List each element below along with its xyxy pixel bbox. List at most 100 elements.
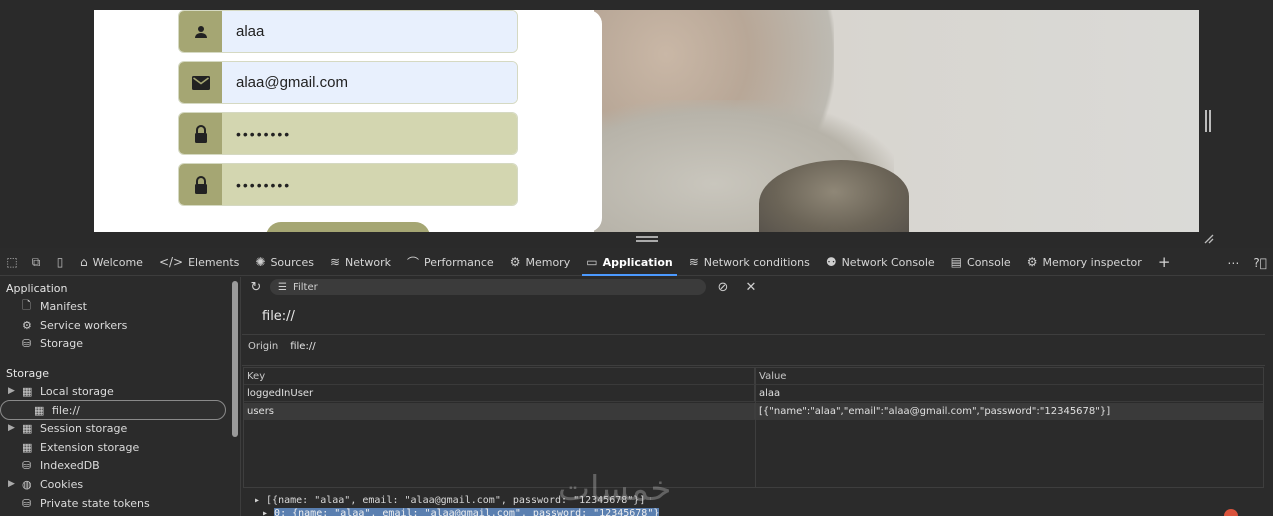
table-row-selected[interactable]: users [{"name":"alaa","email":"alaa@gmai… <box>244 403 1263 420</box>
tab-console[interactable]: ▤ Console <box>943 249 1019 276</box>
page-viewport: alaa alaa@gmail.com •••••••• •••••••• <box>0 0 1273 248</box>
memory-icon: ⚙ <box>509 255 521 269</box>
drawer-resize-handle[interactable] <box>636 236 658 242</box>
add-tab-button[interactable]: + <box>1150 249 1179 276</box>
device-toolbar-icon[interactable]: ⧉ <box>24 249 48 276</box>
tab-label: Network conditions <box>703 255 810 269</box>
sidebar-item-private-state-tokens[interactable]: ⛁ Private state tokens <box>22 494 150 512</box>
application-sidebar: Application 🗋 Manifest ⚙ Service workers ⛁… <box>0 277 241 516</box>
user-icon <box>179 11 222 52</box>
elements-icon: </> <box>158 255 184 269</box>
tab-label: Console <box>967 255 1011 269</box>
sidebar-item-storage[interactable]: ⛁ Storage <box>22 334 83 352</box>
network-icon: ≋ <box>329 255 341 269</box>
tab-label: Performance <box>423 255 494 269</box>
divider <box>242 365 1265 366</box>
tab-label: Elements <box>188 255 240 269</box>
gear-icon: ⚙ <box>22 318 32 332</box>
username-value[interactable]: alaa <box>222 11 517 52</box>
sidebar-item-cookies[interactable]: ▶ ◍ Cookies <box>8 475 83 493</box>
sidebar-item-extension-storage[interactable]: ▦ Extension storage <box>22 438 139 456</box>
help-icon[interactable]: ?⃝ <box>1253 256 1267 270</box>
dock-side-icon[interactable]: ▯ <box>48 249 72 276</box>
expand-arrow-icon[interactable]: ▶ <box>8 386 22 396</box>
welcome-icon: ⌂ <box>80 255 88 269</box>
tab-memory[interactable]: ⚙ Memory <box>502 249 579 276</box>
vertical-resize-grip[interactable] <box>1205 110 1211 132</box>
password-field[interactable]: •••••••• <box>178 112 518 155</box>
delete-selected-icon[interactable]: ✕ <box>740 280 762 295</box>
filter-input[interactable]: ☰ Filter <box>270 279 706 295</box>
tab-list: ⌂ Welcome </> Elements ✺ Sources ≋ Network ⌒ Perf… <box>72 249 1150 276</box>
sidebar-scrollbar[interactable] <box>232 281 238 437</box>
tabbar-right-controls: ⋯ ?⃝ <box>1227 249 1267 276</box>
expand-arrow-icon[interactable]: ▶ <box>8 479 22 489</box>
grid-icon: ▦ <box>34 403 45 417</box>
storage-toolbar: ↻ ☰ Filter ⊘ ✕ <box>242 277 1273 297</box>
tab-label: Memory inspector <box>1042 255 1142 269</box>
email-field[interactable]: alaa@gmail.com <box>178 61 518 104</box>
signup-page: alaa alaa@gmail.com •••••••• •••••••• <box>94 10 1199 232</box>
tab-label: Welcome <box>92 255 143 269</box>
email-value[interactable]: alaa@gmail.com <box>222 62 517 103</box>
sidebar-item-local-storage[interactable]: ▶ ▦ Local storage <box>8 382 114 400</box>
submit-button[interactable] <box>266 222 430 232</box>
corner-resize-icon[interactable] <box>1202 232 1214 244</box>
sidebar-heading-application: Application <box>6 282 68 295</box>
sidebar-item-service-workers[interactable]: ⚙ Service workers <box>22 316 127 334</box>
row-key[interactable]: loggedInUser <box>244 385 755 401</box>
console-icon: ▤ <box>950 255 963 269</box>
value-column-header[interactable]: Value <box>755 371 1263 382</box>
preview-item-highlight: 0: {name: "alaa", email: "alaa@gmail.com… <box>274 508 660 516</box>
more-options-icon[interactable]: ⋯ <box>1227 256 1239 270</box>
database-icon: ⛁ <box>22 496 32 510</box>
row-value[interactable]: [{"name":"alaa","email":"alaa@gmail.com"… <box>755 406 1263 417</box>
lock-icon <box>179 164 222 205</box>
cookie-icon: ◍ <box>22 477 32 491</box>
filter-placeholder: Filter <box>292 281 318 293</box>
memory-inspector-icon: ⚙ <box>1026 255 1038 269</box>
refresh-icon[interactable]: ↻ <box>242 280 270 295</box>
tab-label: Memory <box>525 255 571 269</box>
tab-elements[interactable]: </> Elements <box>151 249 247 276</box>
tab-application[interactable]: ▭ Application <box>578 249 681 276</box>
sidebar-item-indexeddb[interactable]: ⛁ IndexedDB <box>22 456 100 474</box>
column-divider[interactable] <box>755 368 756 487</box>
password-value[interactable]: •••••••• <box>222 113 517 154</box>
tab-network[interactable]: ≋ Network <box>322 249 399 276</box>
network-conditions-icon: ≋ <box>688 255 699 269</box>
filter-icon: ☰ <box>278 281 287 293</box>
table-row[interactable]: loggedInUser alaa <box>244 385 1263 402</box>
network-console-icon: ⚉ <box>825 255 837 269</box>
username-field[interactable]: alaa <box>178 10 518 53</box>
local-storage-panel: ↻ ☰ Filter ⊘ ✕ file:// Origin file:// Key… <box>242 277 1273 516</box>
tab-welcome[interactable]: ⌂ Welcome <box>72 249 151 276</box>
tab-memory-inspector[interactable]: ⚙ Memory inspector <box>1019 249 1150 276</box>
preview-item-line[interactable]: ▸ 0: {name: "alaa", email: "alaa@gmail.c… <box>262 508 660 516</box>
confirm-password-field[interactable]: •••••••• <box>178 163 518 206</box>
envelope-icon <box>179 62 222 103</box>
key-column-header[interactable]: Key <box>244 368 755 384</box>
tab-network-conditions[interactable]: ≋ Network conditions <box>681 249 818 276</box>
tab-label: Sources <box>270 255 314 269</box>
inspect-icon[interactable]: ⬚ <box>0 249 24 276</box>
tab-sources[interactable]: ✺ Sources <box>247 249 322 276</box>
tab-network-console[interactable]: ⚉ Network Console <box>818 249 943 276</box>
sidebar-item-session-storage[interactable]: ▶ ▦ Session storage <box>8 419 127 437</box>
confirm-password-value[interactable]: •••••••• <box>222 164 517 205</box>
sidebar-item-local-file[interactable]: ▦ file:// <box>34 401 80 419</box>
document-icon: 🗋 <box>22 298 31 312</box>
expand-arrow-icon[interactable]: ▶ <box>8 423 22 433</box>
value-preview: ▸ [{name: "alaa", email: "alaa@gmail.com… <box>242 489 1265 516</box>
table-header-row: Key Value <box>244 368 1263 385</box>
row-key[interactable]: users <box>244 403 755 419</box>
origin-title: file:// <box>262 309 295 324</box>
sidebar-item-manifest[interactable]: 🗋 Manifest <box>22 297 87 315</box>
origin-label: Origin <box>248 341 279 352</box>
clear-all-icon[interactable]: ⊘ <box>712 280 734 295</box>
database-icon: ⛁ <box>22 458 32 472</box>
row-value[interactable]: alaa <box>755 388 1263 399</box>
record-indicator <box>1224 509 1238 516</box>
tab-performance[interactable]: ⌒ Performance <box>399 249 502 276</box>
devtools-tabbar: ⬚ ⧉ ▯ ⌂ Welcome </> Elements ✺ Sources ≋ Networ… <box>0 249 1273 276</box>
